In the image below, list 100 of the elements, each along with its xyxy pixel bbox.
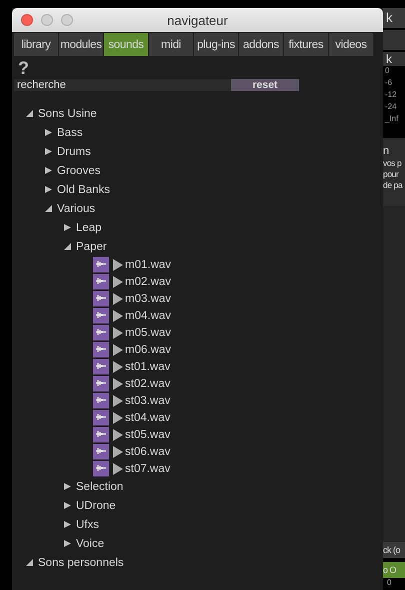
collapse-arrow-icon[interactable]	[63, 242, 72, 251]
search-field[interactable]: recherche	[14, 79, 231, 91]
file-label[interactable]: m02.wav	[125, 276, 172, 288]
expand-arrow-icon[interactable]	[63, 520, 72, 529]
help-icon[interactable]: ?	[12, 56, 383, 78]
tab[interactable]: modules	[59, 33, 103, 56]
play-icon[interactable]	[113, 310, 123, 322]
play-icon[interactable]	[113, 394, 123, 406]
waveform-icon	[96, 413, 106, 421]
panel-header: k	[383, 8, 405, 28]
file-label[interactable]: st05.wav	[125, 428, 170, 440]
waveform-button[interactable]	[93, 324, 109, 340]
expand-arrow-icon[interactable]	[44, 166, 53, 175]
waveform-icon	[96, 294, 106, 302]
folder-label[interactable]: Old Banks	[57, 184, 110, 196]
waveform-icon	[96, 379, 106, 387]
file-label[interactable]: st04.wav	[125, 412, 170, 424]
file-label[interactable]: m05.wav	[125, 326, 172, 338]
waveform-icon	[96, 277, 106, 285]
waveform-button[interactable]	[93, 460, 109, 476]
play-icon[interactable]	[113, 276, 123, 288]
folder-label[interactable]: Drums	[57, 146, 91, 158]
folder-label[interactable]: Sons personnels	[38, 556, 124, 568]
folder-label[interactable]: Paper	[76, 240, 107, 252]
footer-title: ck (o	[383, 542, 405, 558]
panel-header: k	[383, 52, 405, 66]
file-label[interactable]: st03.wav	[125, 394, 170, 406]
tab[interactable]: library	[14, 33, 58, 56]
panel-text: pour	[383, 169, 400, 180]
expand-arrow-icon[interactable]	[63, 482, 72, 491]
expand-arrow-icon[interactable]	[44, 185, 53, 194]
play-icon[interactable]	[113, 344, 123, 356]
expand-arrow-icon[interactable]	[63, 539, 72, 548]
waveform-button[interactable]	[93, 376, 109, 392]
waveform-button[interactable]	[93, 342, 109, 358]
waveform-button[interactable]	[93, 256, 109, 272]
folder-label[interactable]: Grooves	[57, 164, 100, 176]
collapse-arrow-icon[interactable]	[25, 109, 34, 118]
folder-label[interactable]: UDrone	[76, 500, 116, 512]
folder-label[interactable]: Leap	[76, 222, 102, 234]
waveform-icon	[96, 345, 106, 353]
file-label[interactable]: st02.wav	[125, 378, 170, 390]
tab[interactable]: videos	[329, 33, 373, 56]
expand-arrow-icon[interactable]	[63, 223, 72, 232]
waveform-button[interactable]	[93, 426, 109, 442]
expand-arrow-icon[interactable]	[44, 147, 53, 156]
waveform-icon	[96, 430, 106, 438]
meter-scale-label: -24	[384, 102, 398, 113]
panel-text: vos p	[383, 158, 402, 169]
play-icon[interactable]	[113, 258, 123, 270]
waveform-icon	[96, 328, 106, 336]
waveform-button[interactable]	[93, 274, 109, 290]
waveform-icon	[96, 311, 106, 319]
waveform-button[interactable]	[93, 358, 109, 374]
expand-arrow-icon[interactable]	[63, 501, 72, 510]
tab[interactable]: addons	[239, 33, 283, 56]
panel-text: de pa	[383, 180, 404, 191]
folder-label[interactable]: Voice	[76, 538, 104, 550]
file-label[interactable]: st07.wav	[125, 462, 170, 474]
tab[interactable]: plug-ins	[194, 33, 238, 56]
file-label[interactable]: st06.wav	[125, 446, 170, 458]
folder-label[interactable]: Bass	[57, 126, 83, 138]
play-icon[interactable]	[113, 446, 123, 458]
file-label[interactable]: m06.wav	[125, 344, 172, 356]
collapse-arrow-icon[interactable]	[25, 558, 34, 567]
waveform-icon	[96, 464, 106, 472]
collapse-arrow-icon[interactable]	[44, 204, 53, 213]
reset-button[interactable]: reset	[231, 79, 299, 91]
waveform-button[interactable]	[93, 308, 109, 324]
play-icon[interactable]	[113, 412, 123, 424]
waveform-button[interactable]	[93, 444, 109, 460]
meter-scale-label: -12	[384, 90, 398, 101]
file-label[interactable]: st01.wav	[125, 360, 170, 372]
waveform-icon	[96, 260, 106, 268]
folder-label[interactable]: Sons Usine	[38, 108, 97, 120]
play-icon[interactable]	[113, 360, 123, 372]
panel-bar	[383, 30, 405, 50]
waveform-button[interactable]	[93, 290, 109, 306]
folder-label[interactable]: Selection	[76, 480, 124, 492]
play-icon[interactable]	[113, 326, 123, 338]
tab[interactable]: fixtures	[284, 33, 328, 56]
play-icon[interactable]	[113, 292, 123, 304]
file-label[interactable]: m04.wav	[125, 310, 172, 322]
waveform-button[interactable]	[93, 392, 109, 408]
close-button[interactable]	[21, 14, 33, 26]
play-icon[interactable]	[113, 428, 123, 440]
tab[interactable]: midi	[149, 33, 193, 56]
meter-scale-label: -6	[384, 78, 394, 89]
waveform-icon	[96, 396, 106, 404]
waveform-icon	[96, 362, 106, 370]
waveform-icon	[96, 447, 106, 455]
file-label[interactable]: m03.wav	[125, 292, 172, 304]
folder-label[interactable]: Ufxs	[76, 518, 99, 530]
file-label[interactable]: m01.wav	[125, 258, 172, 270]
waveform-button[interactable]	[93, 410, 109, 426]
play-icon[interactable]	[113, 378, 123, 390]
panel-title: n	[383, 144, 390, 158]
play-icon[interactable]	[113, 462, 123, 474]
folder-label[interactable]: Various	[57, 202, 96, 214]
expand-arrow-icon[interactable]	[44, 128, 53, 137]
